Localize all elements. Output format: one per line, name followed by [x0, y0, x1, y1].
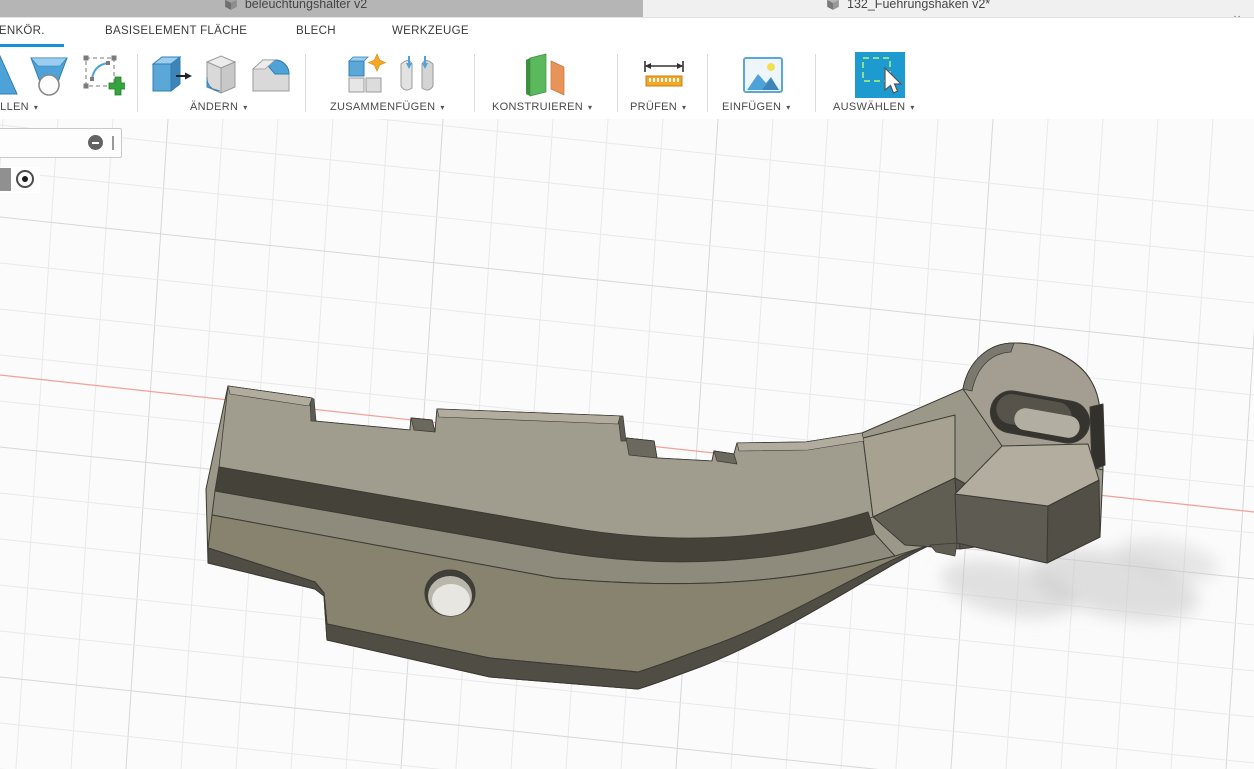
group-label-aendern[interactable]: ÄNDERN ▾: [190, 99, 248, 115]
model-132-fuehrungshaken[interactable]: [206, 343, 1105, 689]
dropdown-arrow-icon: ▾: [34, 103, 38, 112]
browser-item-swatch: [0, 168, 11, 191]
document-tabbar: beleuchtungshalter v2 × 132_Fuehrungshak…: [0, 0, 1254, 18]
ribbon-toolbar: ERSTELLEN ▾: [0, 47, 1254, 120]
ribbon-tab-row: MENKÖR. BASISELEMENT FLÄCHE BLECH WERKZE…: [0, 18, 1254, 47]
toolbar-separator: [137, 54, 138, 112]
fusion-window: beleuchtungshalter v2 × 132_Fuehrungshak…: [0, 0, 1254, 769]
toolbar-separator: [707, 54, 708, 112]
viewport-scene: [0, 119, 1254, 769]
minus-circle-icon[interactable]: [88, 135, 103, 150]
dropdown-arrow-icon: ▾: [440, 103, 444, 112]
group-label-auswaehlen[interactable]: AUSWÄHLEN ▾: [833, 99, 915, 115]
tab-blech[interactable]: BLECH: [296, 18, 336, 47]
group-label-zusammenfuegen[interactable]: ZUSAMMENFÜGEN ▾: [330, 99, 445, 115]
shell-icon[interactable]: [248, 52, 294, 98]
toolbar-separator: [815, 54, 816, 112]
new-component-icon[interactable]: [343, 52, 389, 98]
browser-row: [0, 167, 40, 193]
press-pull-icon[interactable]: [148, 52, 194, 98]
tab-volumenkoerper[interactable]: MENKÖR.: [0, 18, 64, 47]
viewport-canvas[interactable]: [0, 119, 1254, 769]
construction-plane-icon[interactable]: [520, 52, 566, 98]
doc-tab-title: beleuchtungshalter v2: [245, 0, 367, 11]
group-label-einfuegen[interactable]: EINFÜGEN ▾: [722, 99, 791, 115]
tab-werkzeuge[interactable]: WERKZEUGE: [392, 18, 469, 47]
dropdown-arrow-icon: ▾: [910, 103, 914, 112]
extrude-icon[interactable]: [0, 52, 22, 98]
joint-icon[interactable]: [394, 52, 440, 98]
insert-image-icon[interactable]: [740, 52, 786, 98]
group-label-erstellen[interactable]: ERSTELLEN ▾: [0, 99, 38, 115]
select-icon[interactable]: [855, 52, 905, 98]
panel-grip-icon[interactable]: [112, 136, 114, 150]
group-label-pruefen[interactable]: PRÜFEN ▾: [630, 99, 686, 115]
radio-target-icon[interactable]: [16, 170, 34, 188]
doc-tab-title: 132_Fuehrungshaken v2*: [847, 0, 990, 11]
dropdown-arrow-icon: ▾: [588, 103, 592, 112]
dropdown-arrow-icon: ▾: [243, 103, 247, 112]
toolbar-separator: [617, 54, 618, 112]
group-label-konstruieren[interactable]: KONSTRUIEREN ▾: [492, 99, 592, 115]
create-sketch-icon[interactable]: [80, 52, 126, 98]
tab-basiselement-flaeche[interactable]: BASISELEMENT FLÄCHE: [105, 18, 247, 47]
measure-icon[interactable]: [641, 52, 687, 98]
dropdown-arrow-icon: ▾: [786, 103, 790, 112]
toolbar-separator: [305, 54, 306, 112]
toolbar-separator: [474, 54, 475, 112]
dropdown-arrow-icon: ▾: [682, 103, 686, 112]
loft-icon[interactable]: [26, 52, 72, 98]
doc-tab-beleuchtungshalter[interactable]: beleuchtungshalter v2: [0, 0, 643, 17]
doc-tab-fuehrungshaken[interactable]: 132_Fuehrungshaken v2*: [826, 0, 1146, 17]
fillet-icon[interactable]: [198, 52, 244, 98]
browser-panel-bar: [0, 128, 122, 158]
cube-icon: [224, 0, 238, 11]
cube-icon: [826, 0, 840, 11]
